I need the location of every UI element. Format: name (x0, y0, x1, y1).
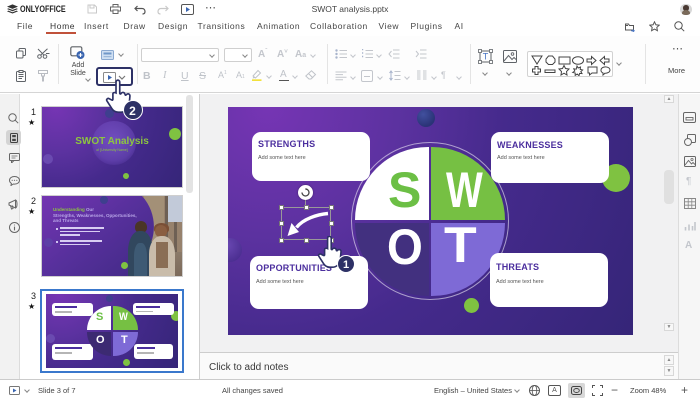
svg-text:T: T (483, 52, 489, 62)
